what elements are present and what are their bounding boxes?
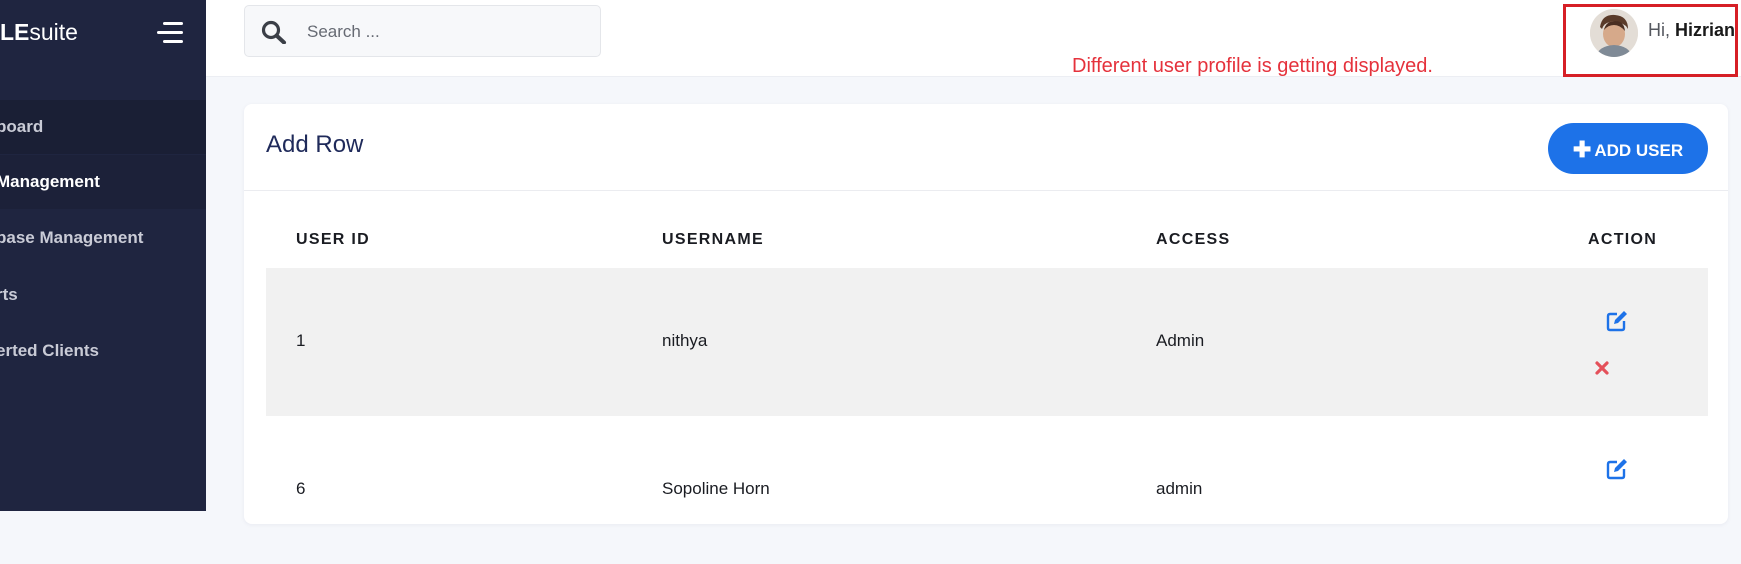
cell-username: Sopoline Horn bbox=[662, 479, 770, 498]
sidebar-item-dashboard[interactable]: board bbox=[0, 100, 206, 154]
top-header bbox=[206, 0, 1741, 77]
search-bar bbox=[244, 5, 601, 57]
table-row: 6 Sopoline Horn admin bbox=[266, 416, 1708, 564]
sidebar-item-user-management[interactable]: Management bbox=[0, 155, 206, 209]
sidebar-item-label: Management bbox=[0, 172, 100, 191]
sidebar-item-label: erted Clients bbox=[0, 341, 99, 360]
user-greeting[interactable]: Hi, Hizrian bbox=[1648, 20, 1735, 41]
search-input[interactable] bbox=[305, 16, 589, 48]
menu-toggle-icon[interactable] bbox=[157, 22, 183, 44]
card-title: Add Row bbox=[266, 131, 364, 158]
sidebar-item-label: board bbox=[0, 117, 44, 136]
annotation-note: Different user profile is getting displa… bbox=[1072, 55, 1433, 77]
sidebar-item-label: base Management bbox=[0, 228, 144, 247]
search-icon[interactable] bbox=[261, 20, 287, 44]
delete-icon[interactable] bbox=[1594, 360, 1610, 376]
cell-user-id: 1 bbox=[296, 331, 306, 350]
cell-user-id: 6 bbox=[296, 479, 306, 498]
edit-icon[interactable] bbox=[1606, 458, 1628, 480]
card-header: Add Row ✚ ADD USER bbox=[244, 104, 1728, 191]
cell-access: Admin bbox=[1156, 331, 1205, 350]
add-user-label: ADD USER bbox=[1594, 141, 1684, 160]
plus-icon: ✚ bbox=[1572, 137, 1592, 162]
column-header-action[interactable]: ACTION bbox=[1588, 231, 1657, 249]
brand-bold: LE bbox=[0, 19, 30, 45]
edit-icon[interactable] bbox=[1606, 310, 1628, 332]
greeting-prefix: Hi, bbox=[1648, 20, 1670, 40]
sidebar: LEsuite board Management base Management… bbox=[0, 0, 206, 511]
column-header-username[interactable]: USERNAME bbox=[662, 231, 764, 249]
sidebar-item-reports[interactable]: rts bbox=[0, 268, 206, 322]
brand-logo[interactable]: LEsuite bbox=[0, 14, 78, 50]
cell-access: admin bbox=[1156, 479, 1203, 498]
column-header-user-id[interactable]: USER ID bbox=[296, 231, 370, 249]
user-avatar-image bbox=[1590, 9, 1638, 57]
sidebar-item-label: rts bbox=[0, 285, 18, 304]
users-card: Add Row ✚ ADD USER USER ID USERNAME ACCES… bbox=[244, 104, 1728, 524]
sidebar-item-database-management[interactable]: base Management bbox=[0, 211, 206, 265]
user-name: Hizrian bbox=[1675, 20, 1736, 40]
sidebar-item-converted-clients[interactable]: erted Clients bbox=[0, 324, 206, 378]
cell-username: nithya bbox=[662, 331, 708, 350]
table-row: 1 nithya Admin bbox=[266, 268, 1708, 416]
avatar[interactable] bbox=[1590, 9, 1638, 57]
brand-rest: suite bbox=[29, 19, 78, 45]
add-user-button[interactable]: ✚ ADD USER bbox=[1548, 123, 1708, 174]
column-header-access[interactable]: ACCESS bbox=[1156, 231, 1230, 249]
